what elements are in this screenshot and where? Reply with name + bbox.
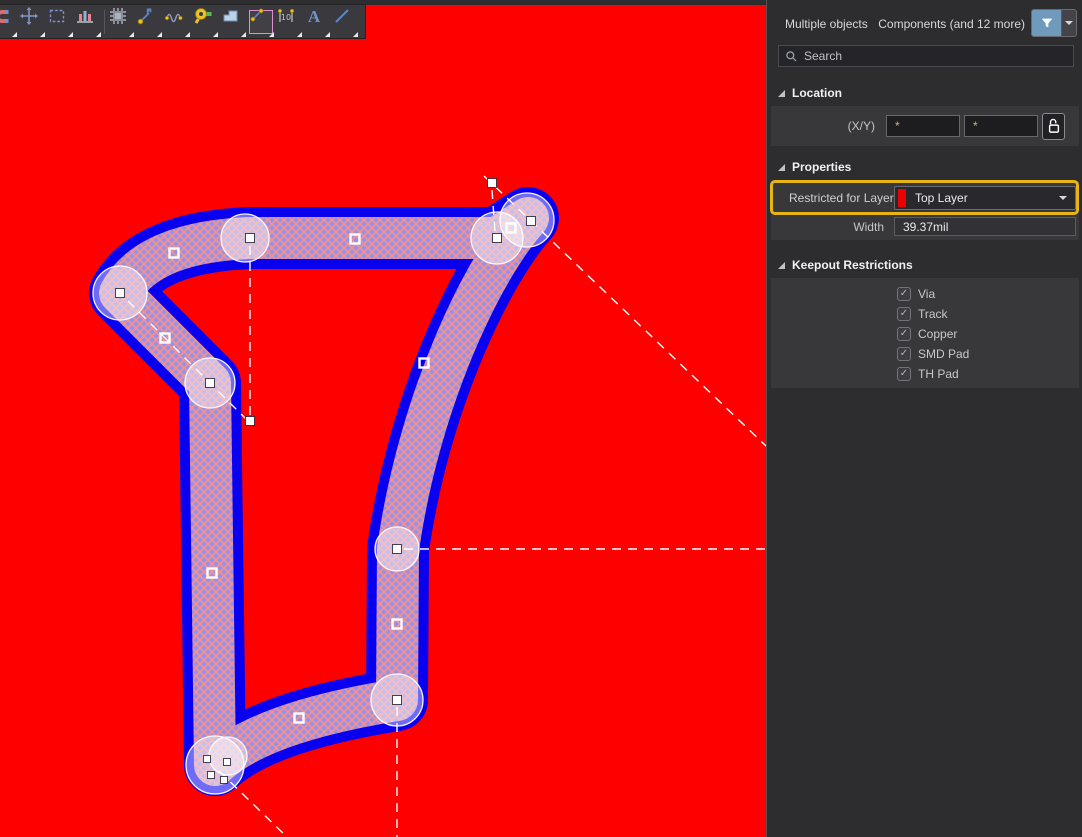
meander-icon: [163, 5, 185, 27]
dropdown-corner-icon: [40, 32, 45, 37]
xy-label: (X/Y): [771, 119, 886, 133]
place-line-button[interactable]: [331, 5, 359, 38]
pcb-canvas[interactable]: 10 A: [0, 0, 766, 837]
filter-funnel-icon: [1040, 16, 1054, 30]
properties-panel: Multiple objects Components (and 12 more…: [766, 0, 1082, 837]
dropdown-corner-icon: [68, 32, 73, 37]
restricted-for-layer-label: Restricted for Layer: [789, 191, 894, 205]
dropdown-corner-icon: [213, 32, 218, 37]
keepout-line-icon: [247, 5, 267, 25]
crosshair-icon: [18, 5, 40, 27]
active-tool-highlight: [249, 10, 273, 34]
lock-xy-button[interactable]: [1042, 113, 1065, 140]
width-label: Width: [771, 220, 884, 234]
unlock-icon: [1047, 118, 1061, 134]
checkbox-checked-icon[interactable]: [897, 327, 911, 341]
checkbox-checked-icon[interactable]: [897, 367, 911, 381]
svg-text:10: 10: [281, 13, 291, 22]
collapse-triangle-icon: [778, 164, 785, 171]
section-header-location[interactable]: Location: [778, 86, 842, 100]
place-component-button[interactable]: [107, 5, 135, 38]
interactive-route-button[interactable]: [135, 5, 163, 38]
dropdown-corner-icon: [241, 32, 246, 37]
search-icon: [785, 50, 798, 63]
line-icon: [331, 5, 353, 27]
checkbox-label: TH Pad: [918, 367, 959, 381]
snap-magnet-button[interactable]: [0, 5, 18, 38]
place-dimension-button[interactable]: 10: [275, 5, 303, 38]
place-text-button[interactable]: A: [303, 5, 331, 38]
panel-scope-label[interactable]: Components (and 12 more): [878, 17, 1025, 31]
collapse-triangle-icon: [778, 90, 785, 97]
dropdown-corner-icon: [96, 32, 101, 37]
checkbox-label: Via: [918, 287, 935, 301]
width-field[interactable]: 39.37mil: [894, 217, 1076, 236]
filter-button[interactable]: [1032, 10, 1061, 36]
checkbox-label: SMD Pad: [918, 347, 969, 361]
checkbox-checked-icon[interactable]: [897, 307, 911, 321]
chevron-down-icon: [1059, 196, 1067, 200]
checkbox-checked-icon[interactable]: [897, 287, 911, 301]
place-keepout-line-button[interactable]: [247, 5, 275, 38]
layer-color-swatch: [898, 189, 906, 207]
tune-length-button[interactable]: [163, 5, 191, 38]
keepout-section-body: Via Track Copper SMD Pad TH Pad: [771, 278, 1079, 388]
filter-dropdown-button[interactable]: [1061, 10, 1076, 36]
move-crosshair-button[interactable]: [18, 5, 46, 38]
pcb-editor-window: 10 A Multiple objects: [0, 0, 1082, 837]
magnet-icon: [0, 5, 12, 27]
properties-section-body: Restricted for Layer Top Layer Width 39.…: [771, 181, 1079, 240]
properties-section-title: Properties: [792, 160, 851, 174]
location-section-body: (X/Y): [771, 106, 1079, 146]
keepout-option-copper[interactable]: Copper: [897, 326, 957, 341]
dropdown-corner-icon: [269, 32, 274, 37]
location-section-title: Location: [792, 86, 842, 100]
place-via-button[interactable]: [191, 5, 219, 38]
y-coordinate-field[interactable]: [964, 115, 1038, 137]
filter-split-button[interactable]: [1031, 9, 1077, 37]
checkbox-checked-icon[interactable]: [897, 347, 911, 361]
dropdown-corner-icon: [157, 32, 162, 37]
polygon-pour-icon: [219, 5, 241, 27]
dropdown-corner-icon: [129, 32, 134, 37]
checkbox-label: Copper: [918, 327, 957, 341]
dropdown-corner-icon: [353, 32, 358, 37]
dropdown-corner-icon: [297, 32, 302, 37]
svg-text:A: A: [308, 7, 321, 26]
keepout-option-track[interactable]: Track: [897, 306, 948, 321]
chip-icon: [107, 5, 129, 27]
keepout-region-drawing[interactable]: [0, 0, 766, 837]
dropdown-corner-icon: [325, 32, 330, 37]
keepout-option-th-pad[interactable]: TH Pad: [897, 366, 959, 381]
via-icon: [191, 5, 213, 27]
search-box[interactable]: [778, 45, 1074, 67]
dimension-icon: 10: [275, 5, 297, 27]
collapse-triangle-icon: [778, 262, 785, 269]
section-header-properties[interactable]: Properties: [778, 160, 851, 174]
layer-select[interactable]: Top Layer: [894, 186, 1076, 210]
route-arrow-icon: [135, 5, 157, 27]
keepout-option-smd-pad[interactable]: SMD Pad: [897, 346, 969, 361]
width-value: 39.37mil: [903, 220, 948, 234]
layer-select-value: Top Layer: [915, 191, 1059, 205]
search-input[interactable]: [804, 49, 1073, 63]
chevron-down-icon: [1065, 21, 1073, 25]
checkbox-label: Track: [918, 307, 948, 321]
placement-toolbar: 10 A: [0, 4, 366, 39]
select-area-button[interactable]: [46, 5, 74, 38]
place-polygon-button[interactable]: [219, 5, 247, 38]
bars-icon: [74, 5, 96, 27]
placement-bars-button[interactable]: [74, 5, 102, 38]
section-header-keepout[interactable]: Keepout Restrictions: [778, 258, 913, 272]
keepout-option-via[interactable]: Via: [897, 286, 935, 301]
toolbar-separator: [104, 10, 105, 34]
panel-object-label: Multiple objects: [785, 17, 868, 31]
keepout-section-title: Keepout Restrictions: [792, 258, 913, 272]
text-icon: A: [303, 5, 325, 27]
dropdown-corner-icon: [185, 32, 190, 37]
selection-rectangle-icon: [46, 5, 68, 27]
x-coordinate-field[interactable]: [886, 115, 960, 137]
dropdown-corner-icon: [12, 32, 17, 37]
